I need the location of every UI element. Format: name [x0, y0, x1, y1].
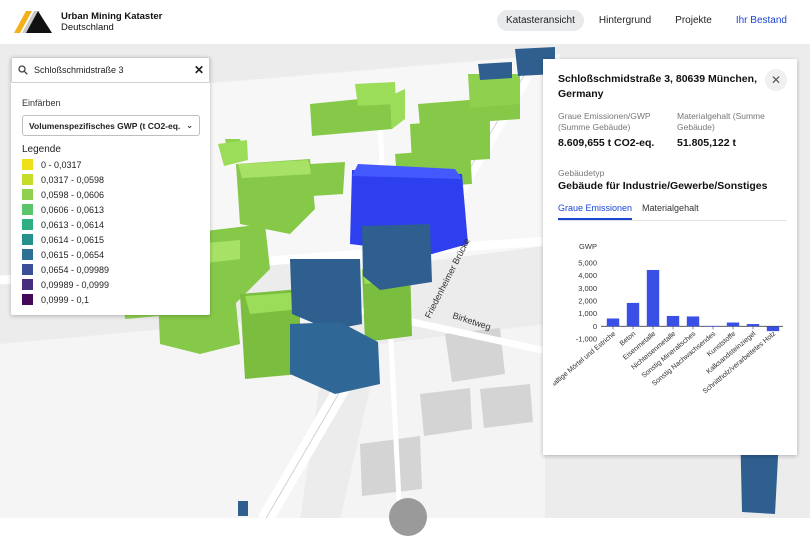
legend-range-label: 0,0654 - 0,09989 — [41, 264, 110, 275]
y-tick-label: 3,000 — [578, 284, 597, 293]
chart-bar — [726, 322, 740, 327]
legend-item: 0,0317 - 0,0598 — [22, 172, 109, 187]
legend-swatch — [22, 294, 33, 305]
legend-title: Legende — [22, 144, 61, 155]
close-icon[interactable]: ✕ — [765, 69, 787, 91]
chart-bar — [606, 318, 620, 327]
chart-bar — [666, 315, 680, 327]
colorize-label: Einfärben — [22, 98, 61, 108]
legend-swatch — [22, 219, 33, 230]
legend-list: 0 - 0,0317 0,0317 - 0,0598 0,0598 - 0,0606… — [22, 157, 109, 307]
legend-item: 0,0999 - 0,1 — [22, 292, 109, 307]
building-detail-panel: ✕ Schloßschmidstraße 3, 80639 München, G… — [543, 59, 797, 455]
legend-range-label: 0,09989 - 0,0999 — [41, 279, 110, 290]
legend-item: 0 - 0,0317 — [22, 157, 109, 172]
logo-icon[interactable] — [12, 7, 54, 35]
search-input[interactable] — [34, 60, 189, 80]
chart-bar — [686, 316, 700, 327]
legend-item: 0,0613 - 0,0614 — [22, 217, 109, 232]
nav-katasteransicht[interactable]: Katasteransicht — [496, 10, 584, 31]
building-type-value: Gebäude für Industrie/Gewerbe/Sonstiges — [558, 180, 768, 192]
y-tick-label: -1,000 — [576, 335, 597, 344]
building-address: Schloßschmidstraße 3, 80639 München, Ger… — [558, 73, 757, 100]
tab-materialgehalt[interactable]: Materialgehalt — [642, 203, 699, 220]
legend-swatch — [22, 159, 33, 170]
map-navigation-control[interactable] — [389, 498, 427, 536]
tab-graue-emissionen[interactable]: Graue Emissionen — [558, 203, 633, 220]
legend-swatch — [22, 204, 33, 215]
building-type-label: Gebäudetyp — [558, 168, 605, 178]
chart-bar — [626, 302, 640, 327]
legend-item: 0,0614 - 0,0615 — [22, 232, 109, 247]
app-header: Urban Mining Kataster Deutschland Katast… — [0, 0, 810, 44]
legend-item: 0,0654 - 0,09989 — [22, 262, 109, 277]
chart-bar — [746, 324, 760, 327]
legend-item: 0,09989 - 0,0999 — [22, 277, 109, 292]
y-axis-label: GWP — [579, 242, 597, 251]
material-label: Materialgehalt (Summe Gebäude) — [677, 111, 765, 132]
search-box[interactable]: ✕ — [11, 57, 210, 83]
y-tick-label: 4,000 — [578, 271, 597, 280]
y-tick-label: 5,000 — [578, 259, 597, 268]
brand: Urban Mining Kataster Deutschland — [61, 11, 162, 33]
legend-range-label: 0 - 0,0317 — [41, 159, 82, 170]
app-title: Urban Mining Kataster — [61, 11, 163, 22]
legend-item: 0,0606 - 0,0613 — [22, 202, 109, 217]
close-icon[interactable]: ✕ — [189, 63, 209, 77]
app-subtitle: Deutschland — [61, 22, 114, 33]
legend-range-label: 0,0615 - 0,0654 — [41, 249, 105, 260]
legend-swatch — [22, 264, 33, 275]
legend-item: 0,0615 - 0,0654 — [22, 247, 109, 262]
nav-projekte[interactable]: Projekte — [666, 10, 721, 31]
y-tick-label: 1,000 — [578, 309, 597, 318]
legend-range-label: 0,0606 - 0,0613 — [41, 204, 105, 215]
legend-item: 0,0598 - 0,0606 — [22, 187, 109, 202]
y-tick-label: 0 — [593, 322, 597, 331]
colorize-select[interactable]: Volumenspezifisches GWP (t CO2-eq. ⌄ — [22, 115, 200, 136]
detail-tabs: Graue Emissionen Materialgehalt — [558, 203, 786, 221]
legend-range-label: 0,0613 - 0,0614 — [41, 219, 105, 230]
legend-range-label: 0,0317 - 0,0598 — [41, 174, 105, 185]
gwp-bar-chart: GWP5,0004,0003,0002,0001,0000-1,000Kalkh… — [553, 242, 783, 398]
legend-swatch — [22, 189, 33, 200]
gwp-value: 8.609,655 t CO2-eq. — [558, 137, 655, 149]
legend-swatch — [22, 279, 33, 290]
colorize-selected-value: Volumenspezifisches GWP (t CO2-eq. — [29, 120, 181, 131]
legend-range-label: 0,0598 - 0,0606 — [41, 189, 105, 200]
legend-swatch — [22, 174, 33, 185]
legend-swatch — [22, 234, 33, 245]
search-legend-panel: ✕ Einfärben Volumenspezifisches GWP (t C… — [11, 57, 210, 315]
nav-ihr-bestand[interactable]: Ihr Bestand — [727, 10, 796, 31]
nav-hintergrund[interactable]: Hintergrund — [590, 10, 660, 31]
gwp-label: Graue Emissionen/GWP (Summe Gebäude) — [558, 111, 651, 132]
chevron-down-icon: ⌄ — [186, 121, 193, 130]
main-nav: Katasteransicht Hintergrund Projekte Ihr… — [496, 10, 796, 31]
search-icon — [12, 65, 34, 75]
material-value: 51.805,122 t — [677, 137, 736, 149]
chart-bar — [646, 269, 660, 327]
y-tick-label: 2,000 — [578, 297, 597, 306]
legend-swatch — [22, 249, 33, 260]
legend-range-label: 0,0614 - 0,0615 — [41, 234, 105, 245]
legend-range-label: 0,0999 - 0,1 — [41, 294, 90, 305]
